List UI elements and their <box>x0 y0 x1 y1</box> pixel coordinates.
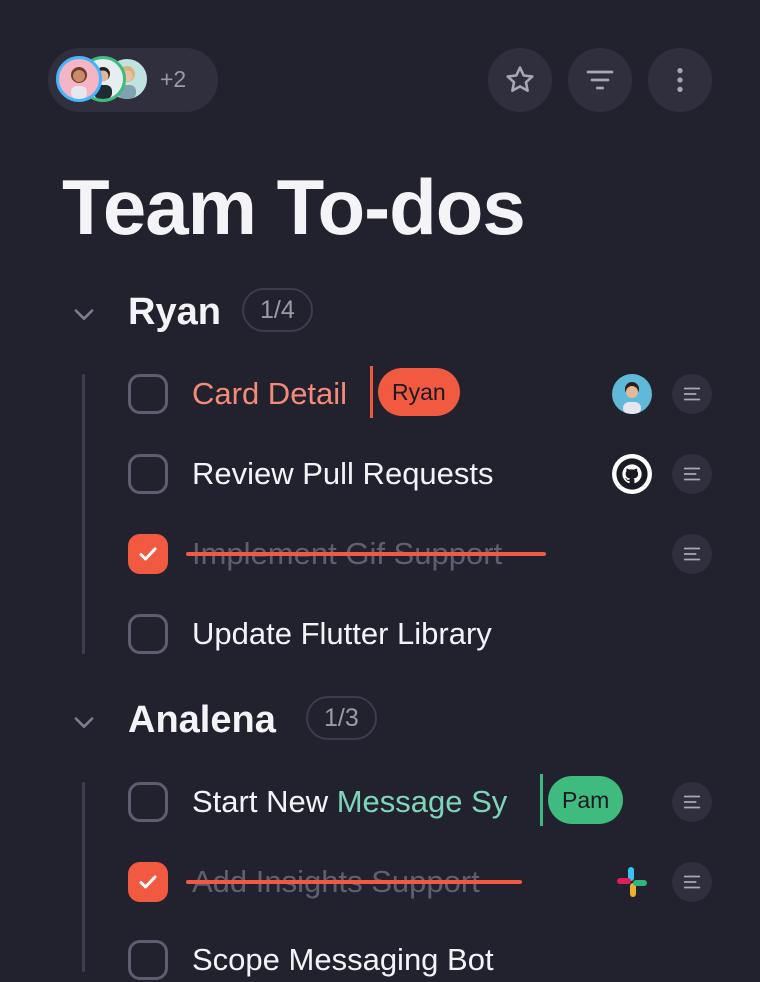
notes-button[interactable] <box>672 862 712 902</box>
task-item[interactable]: Add Insights Support <box>128 860 712 904</box>
more-members-count: +2 <box>160 66 187 92</box>
task-item[interactable]: Review Pull Requests <box>128 452 712 496</box>
chevron-down-icon <box>74 717 94 728</box>
page-title: Team To-dos <box>62 163 526 251</box>
task-item[interactable]: Implement Gif Support <box>128 532 712 576</box>
task-title-text: Start New <box>192 784 337 819</box>
chevron-down-icon <box>74 309 94 320</box>
notes-icon <box>683 547 701 561</box>
task-item[interactable]: Start New Message Sy Pam <box>128 774 712 826</box>
filter-icon <box>586 70 614 90</box>
group-rail <box>82 782 85 972</box>
task-title[interactable]: Scope Messaging Bot <box>192 942 494 978</box>
notes-button[interactable] <box>672 534 712 574</box>
avatar <box>56 56 102 102</box>
check-icon <box>139 547 157 561</box>
group-name: Ryan <box>128 291 221 333</box>
task-title[interactable]: Card Detail <box>192 376 347 412</box>
task-checkbox[interactable] <box>128 534 168 574</box>
collaborator-cursor <box>540 774 543 826</box>
star-button[interactable] <box>488 48 552 112</box>
group-rail <box>82 374 85 654</box>
filter-button[interactable] <box>568 48 632 112</box>
assignee-avatar[interactable] <box>612 374 652 414</box>
notes-icon <box>683 387 701 401</box>
star-icon <box>506 66 534 93</box>
task-title-edited-text: Message Sy <box>336 784 508 819</box>
notes-icon <box>683 795 701 809</box>
group-name: Analena <box>128 699 276 741</box>
task-title[interactable]: Update Flutter Library <box>192 616 492 652</box>
group-header-analena[interactable]: Analena 1/3 <box>64 696 704 744</box>
notes-button[interactable] <box>672 782 712 822</box>
member-avatars[interactable]: +2 <box>48 48 218 112</box>
slack-icon[interactable] <box>612 862 652 902</box>
strikethrough-line <box>186 552 546 556</box>
task-checkbox[interactable] <box>128 614 168 654</box>
task-checkbox[interactable] <box>128 782 168 822</box>
collaborator-cursor <box>370 366 373 418</box>
check-icon <box>139 875 157 889</box>
task-item[interactable]: Update Flutter Library <box>128 612 712 656</box>
group-count-badge: 1/3 <box>306 696 377 740</box>
task-checkbox[interactable] <box>128 454 168 494</box>
collaborator-tag: Pam <box>548 776 624 824</box>
notes-icon <box>683 467 701 481</box>
task-checkbox[interactable] <box>128 940 168 980</box>
more-vertical-icon <box>677 68 683 92</box>
task-item[interactable]: Scope Messaging Bot <box>128 938 712 982</box>
top-toolbar: +2 <box>48 48 712 112</box>
task-item[interactable]: Card Detail Ryan <box>128 366 712 418</box>
strikethrough-line <box>186 880 522 884</box>
notes-icon <box>683 875 701 889</box>
group-count-badge: 1/4 <box>242 288 313 332</box>
task-checkbox[interactable] <box>128 374 168 414</box>
task-checkbox[interactable] <box>128 862 168 902</box>
github-icon[interactable] <box>612 454 652 494</box>
more-menu-button[interactable] <box>648 48 712 112</box>
notes-button[interactable] <box>672 374 712 414</box>
group-header-ryan[interactable]: Ryan 1/4 <box>64 288 704 336</box>
notes-button[interactable] <box>672 454 712 494</box>
task-title[interactable]: Review Pull Requests <box>192 456 494 492</box>
task-title[interactable]: Start New Message Sy <box>192 784 507 820</box>
collaborator-tag: Ryan <box>378 368 460 416</box>
